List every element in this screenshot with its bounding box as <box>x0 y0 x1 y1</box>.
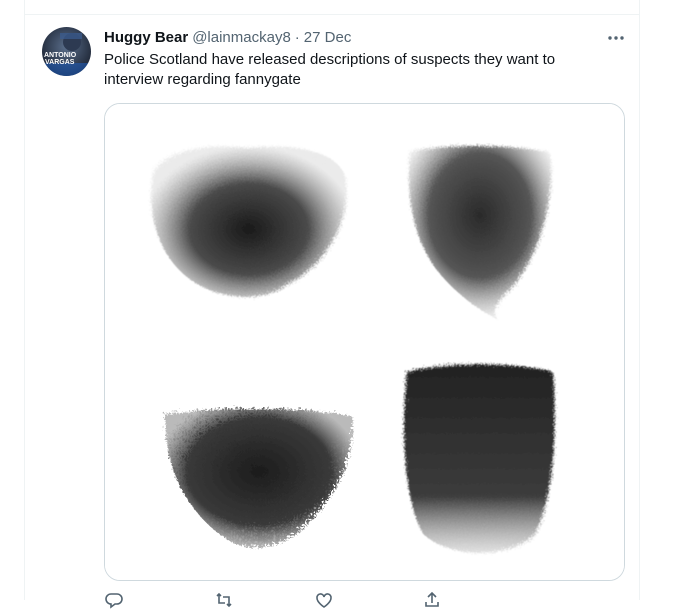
avatar[interactable]: ANTONIO VARGAS <box>42 27 91 76</box>
share-button[interactable] <box>422 590 446 610</box>
avatar-text-line2: VARGAS <box>45 59 75 66</box>
like-icon <box>316 593 332 608</box>
image-illustration <box>105 104 624 580</box>
action-bar <box>104 590 625 610</box>
user-handle[interactable]: @lainmackay8 <box>192 29 291 46</box>
share-icon <box>425 591 439 607</box>
tweet-header: Huggy Bear @lainmackay8 · 27 Dec <box>104 28 351 48</box>
avatar-text-line1: ANTONIO <box>44 52 77 59</box>
more-options-button[interactable] <box>599 26 633 50</box>
retweet-button[interactable] <box>214 590 238 610</box>
divider <box>25 14 639 15</box>
tweet-date[interactable]: 27 Dec <box>304 29 352 46</box>
reply-button[interactable] <box>104 590 128 610</box>
timeline-column: ANTONIO VARGAS Huggy Bear @lainmackay8 · 27… <box>24 0 640 609</box>
retweet-icon <box>216 592 232 608</box>
tweet-image[interactable] <box>104 103 625 581</box>
like-button[interactable] <box>314 590 338 610</box>
tweet-text: Police Scotland have released descriptio… <box>104 51 556 88</box>
separator: · <box>294 29 300 46</box>
reply-icon <box>105 593 123 609</box>
display-name[interactable]: Huggy Bear <box>104 29 188 46</box>
more-horizontal-icon <box>608 36 624 40</box>
